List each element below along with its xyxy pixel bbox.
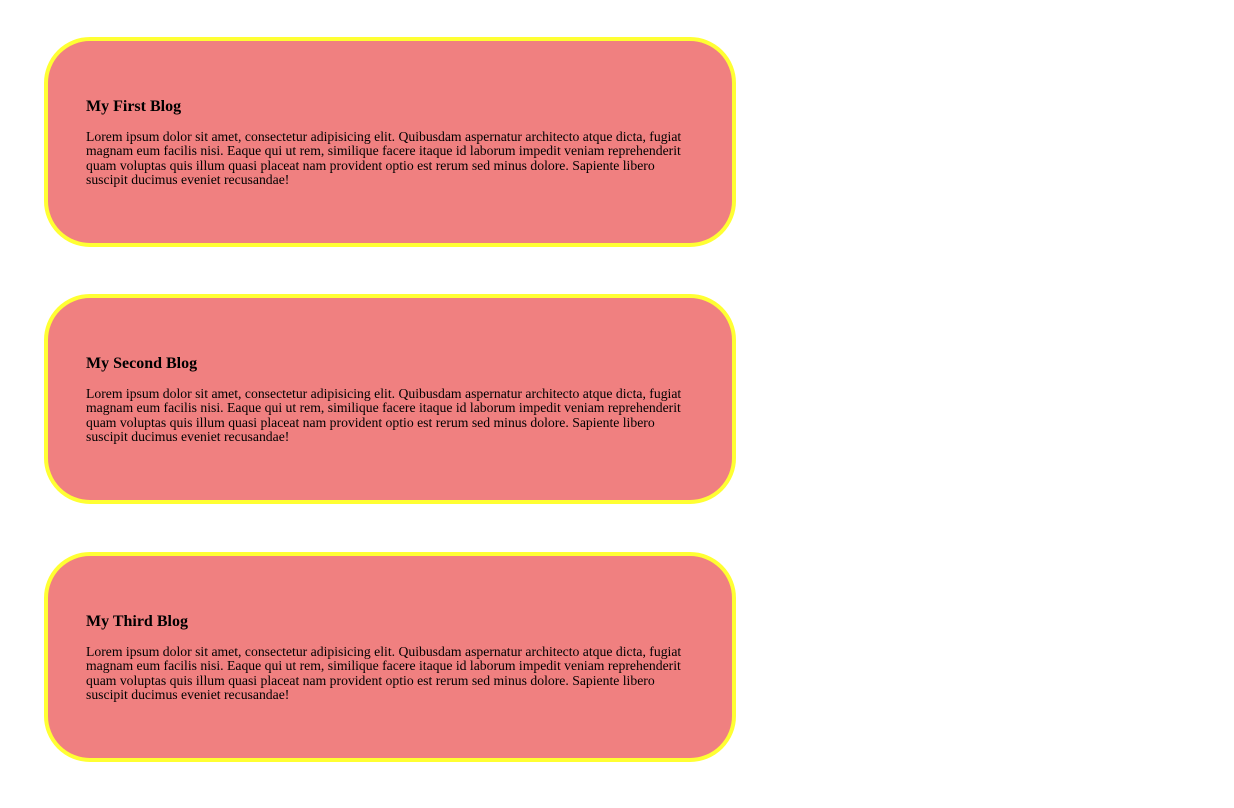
page: My First Blog Lorem ipsum dolor sit amet… bbox=[0, 0, 1234, 808]
blog-body: Lorem ipsum dolor sit amet, consectetur … bbox=[86, 129, 682, 188]
blog-body: Lorem ipsum dolor sit amet, consectetur … bbox=[86, 386, 682, 445]
blog-title: My Third Blog bbox=[86, 613, 188, 630]
blog-card-3: My Third Blog Lorem ipsum dolor sit amet… bbox=[44, 552, 736, 762]
blog-card-2: My Second Blog Lorem ipsum dolor sit ame… bbox=[44, 294, 736, 504]
blog-title: My Second Blog bbox=[86, 355, 198, 372]
blog-body: Lorem ipsum dolor sit amet, consectetur … bbox=[86, 644, 682, 703]
blog-card-1: My First Blog Lorem ipsum dolor sit amet… bbox=[44, 37, 736, 247]
blog-title: My First Blog bbox=[86, 98, 182, 115]
